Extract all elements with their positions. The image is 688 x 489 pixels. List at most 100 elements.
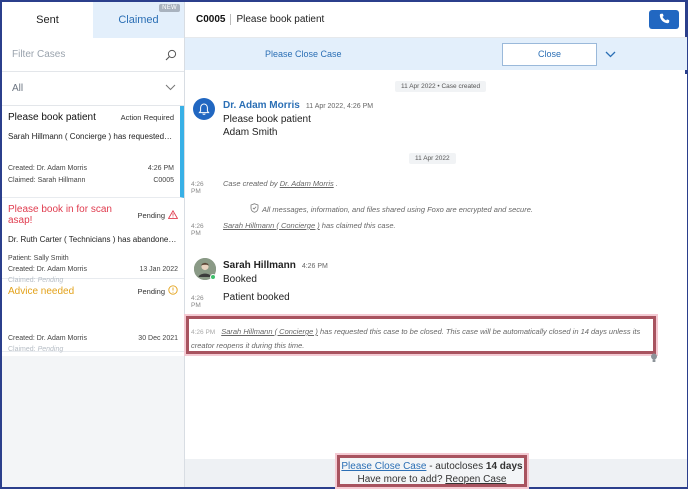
case-created-row: Created: Dr. Adam Morris 30 Dec 2021 (8, 335, 178, 342)
case-created-time: 4:26 PM (147, 165, 174, 172)
case-status: Pending (137, 286, 165, 296)
system-user-link[interactable]: Sarah Hillmann ( Concierge ) (221, 327, 318, 336)
dropdown-value: All (12, 83, 24, 94)
close-request-footer: Please Close Case - autocloses 14 days H… (337, 455, 527, 487)
case-patient: Patient: Sally Smith (8, 255, 178, 262)
system-text: . (333, 179, 338, 188)
case-item[interactable]: Please book patient Action Required Sara… (2, 106, 184, 198)
chevron-down-icon (165, 83, 176, 94)
system-time: 4:26 PM (191, 181, 204, 195)
app-window: Sent Claimed NEW All Please book patient (0, 0, 688, 489)
case-claimed-row: Claimed: Sarah Hillmann C0005 (8, 177, 174, 184)
close-request-label: Please Close Case (265, 49, 342, 59)
system-user-link[interactable]: Dr. Adam Morris (280, 179, 334, 188)
system-message: 4:26 PM Sarah Hillmann ( Concierge ) has… (191, 221, 396, 237)
footer-text: Have more to add? (357, 474, 446, 485)
case-status: Action Required (120, 113, 174, 122)
header-divider (230, 14, 232, 25)
case-claimed-row: Claimed: Pending (8, 346, 178, 353)
case-item[interactable]: Advice needed Pending Created: Dr. Adam … (2, 279, 184, 353)
date-separator: 11 Apr 2022 • Case created (395, 81, 487, 92)
info-icon (168, 285, 178, 297)
new-badge: NEW (159, 4, 180, 12)
message-header: Sarah Hillmann 4:26 PM (223, 260, 328, 271)
case-title: Please book patient (8, 112, 96, 123)
case-claimed-prefix: Claimed: (8, 346, 36, 353)
call-button[interactable] (649, 10, 679, 29)
message-thread: 11 Apr 2022 • Case created Dr. Adam Morr… (185, 74, 687, 459)
close-request-bar: Please Close Case Close (185, 38, 687, 70)
shield-check-icon (250, 203, 259, 215)
case-id-label: C0005 (153, 177, 174, 184)
system-message: 4:26 PM Case created by Dr. Adam Morris … (191, 179, 338, 195)
case-preview: Dr. Ruth Carter ( Technicians ) has aban… (8, 235, 178, 244)
case-item[interactable]: Please book in for scan asap! Pending Dr… (2, 198, 184, 284)
case-header: C0005 Please book patient (185, 2, 687, 38)
thread-footer: Please Close Case - autocloses 14 days H… (185, 455, 687, 487)
filter-cases-input[interactable] (12, 49, 164, 60)
case-title: Please book in for scan asap! (8, 204, 112, 226)
case-patient-label: Patient: Sally Smith (8, 255, 69, 262)
case-id: C0005 (196, 14, 226, 25)
message-row: 4:26 PM Patient booked (191, 292, 290, 309)
filter-bar (2, 38, 184, 72)
case-created: Created: Dr. Adam Morris (8, 266, 87, 273)
footer-text: - autocloses (426, 461, 486, 472)
case-filter-dropdown[interactable]: All (2, 72, 184, 106)
message-sender[interactable]: Sarah Hillmann (223, 260, 296, 271)
date-separator: 11 Apr 2022 (409, 153, 456, 164)
case-claimed: Claimed: Sarah Hillmann (8, 177, 86, 184)
case-list: Please book patient Action Required Sara… (2, 106, 184, 353)
sidebar-tabs: Sent Claimed NEW (2, 2, 184, 38)
message-sender[interactable]: Dr. Adam Morris (223, 100, 300, 111)
case-sidebar: Sent Claimed NEW All Please book patient (2, 2, 185, 487)
message-text: Please book patient (223, 114, 311, 125)
message-text: Patient booked (223, 292, 290, 303)
avatar (194, 258, 216, 280)
system-text: has claimed this case. (319, 221, 396, 230)
case-created: Created: Dr. Adam Morris (8, 165, 87, 172)
case-status: Pending (137, 210, 165, 220)
search-icon[interactable] (164, 48, 178, 62)
case-created-time: 13 Jan 2022 (139, 266, 178, 273)
message-time: 4:26 PM (191, 295, 204, 309)
close-case-button[interactable]: Close (502, 42, 597, 66)
message-text: Booked (223, 274, 257, 285)
case-title: Advice needed (8, 285, 75, 297)
close-case-link[interactable]: Please Close Case (341, 461, 426, 472)
tab-sent-label: Sent (36, 14, 59, 26)
message-text: Adam Smith (223, 127, 278, 138)
system-user-link[interactable]: Sarah Hillmann ( Concierge ) (223, 221, 320, 230)
tab-sent[interactable]: Sent (2, 2, 93, 38)
footer-days: 14 days (485, 461, 523, 472)
case-status-row: Pending (137, 285, 178, 297)
warning-icon (167, 209, 179, 221)
online-status-dot (210, 274, 216, 280)
case-created-row: Created: Dr. Adam Morris 4:26 PM (8, 165, 174, 172)
sidebar-empty-area (2, 356, 184, 487)
message-time: 4:26 PM (301, 263, 328, 270)
phone-icon (659, 13, 670, 27)
case-created: Created: Dr. Adam Morris (8, 335, 87, 342)
chevron-down-icon[interactable] (603, 47, 617, 61)
system-text: Case created by (223, 179, 280, 188)
read-receipt-icon (650, 353, 658, 366)
secure-note: All messages, information, and files sha… (250, 203, 533, 215)
case-detail: C0005 Please book patient Please Close C… (185, 2, 687, 487)
case-subject: Please book patient (236, 14, 325, 25)
message-time: 11 Apr 2022, 4:26 PM (305, 103, 374, 110)
system-time: 4:26 PM (191, 223, 204, 237)
case-claimed-value: Pending (37, 346, 64, 353)
tab-claimed-label: Claimed (118, 14, 159, 26)
case-status-row: Pending (137, 209, 179, 221)
bell-avatar (193, 98, 215, 120)
system-time: 4:26 PM (191, 329, 216, 336)
message-header: Dr. Adam Morris 11 Apr 2022, 4:26 PM (223, 100, 373, 111)
case-preview: Sarah Hillmann ( Concierge ) has request… (8, 132, 174, 141)
closing-request-message: 4:26 PM Sarah Hillmann ( Concierge ) has … (191, 325, 661, 352)
tab-claimed[interactable]: Claimed NEW (93, 2, 184, 38)
case-created-time: 30 Dec 2021 (138, 335, 178, 342)
reopen-case-link[interactable]: Reopen Case (445, 474, 506, 485)
secure-note-text: All messages, information, and files sha… (262, 204, 533, 214)
case-created-row: Created: Dr. Adam Morris 13 Jan 2022 (8, 266, 178, 273)
